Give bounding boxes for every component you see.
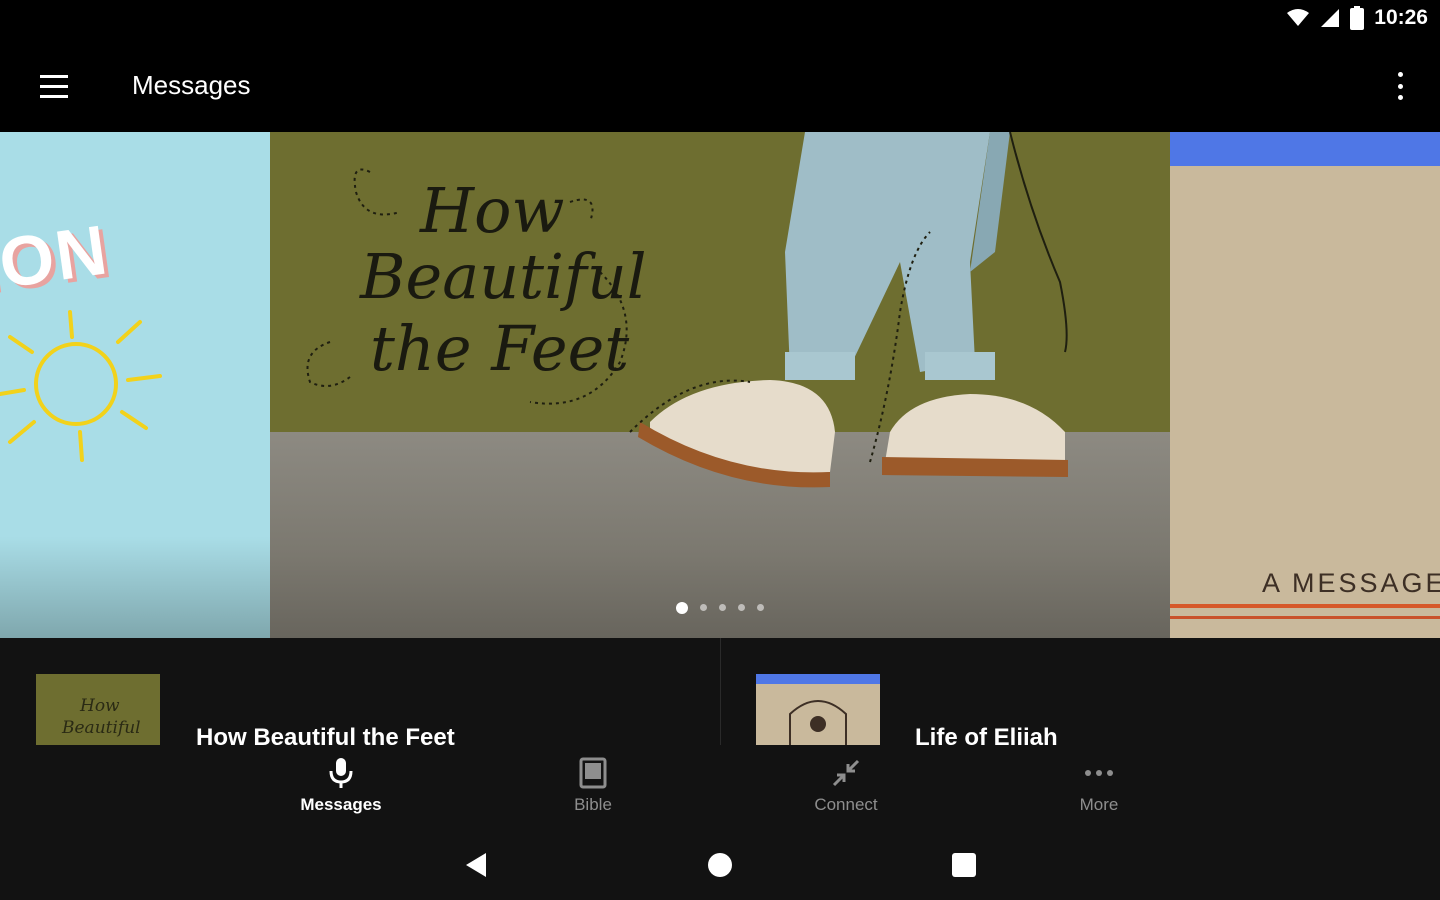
thumbnail-script-line-2: Beautiful bbox=[62, 718, 141, 738]
connect-arrows-icon bbox=[830, 757, 862, 789]
carousel-slide-next[interactable]: A MESSAGE bbox=[1170, 132, 1440, 638]
nav-item-connect[interactable]: Connect bbox=[786, 757, 906, 821]
message-carousel[interactable]: ION How Beautiful the Feet A MESSAGE bbox=[0, 132, 1440, 638]
book-icon bbox=[577, 757, 609, 789]
series-thumbnail: How Beautiful bbox=[36, 674, 160, 746]
status-bar: 10:26 bbox=[0, 0, 1440, 40]
script-title-line-2: Beautiful bbox=[360, 240, 647, 313]
script-title-line-3: the Feet bbox=[370, 312, 630, 385]
carousel-dot-5[interactable] bbox=[757, 604, 764, 611]
nav-item-more[interactable]: More bbox=[1039, 757, 1159, 821]
nav-item-bible[interactable]: Bible bbox=[533, 757, 653, 821]
more-horizontal-icon bbox=[1083, 757, 1115, 789]
series-thumbnail bbox=[756, 674, 880, 746]
home-icon[interactable] bbox=[700, 850, 740, 880]
nav-label: Connect bbox=[814, 795, 878, 814]
slide-top-band bbox=[1170, 132, 1440, 166]
slide-stripe bbox=[1170, 616, 1440, 619]
nav-item-messages[interactable]: Messages bbox=[281, 757, 401, 821]
carousel-slide-previous[interactable]: ION bbox=[0, 132, 270, 638]
hamburger-menu-icon[interactable] bbox=[26, 64, 82, 108]
carousel-slide-next-caption: A MESSAGE bbox=[1262, 568, 1440, 598]
system-navigation-bar bbox=[0, 830, 1440, 900]
wifi-icon bbox=[1287, 9, 1310, 26]
list-item[interactable]: Life of Elijah bbox=[720, 638, 1440, 751]
list-item[interactable]: How Beautiful How Beautiful the Feet bbox=[0, 638, 720, 751]
battery-icon bbox=[1350, 6, 1365, 30]
nav-label: Bible bbox=[574, 795, 612, 814]
bottom-navigation: Messages Bible Connect More bbox=[0, 745, 1440, 830]
carousel-slide-current[interactable]: How Beautiful the Feet bbox=[270, 132, 1170, 638]
status-time: 10:26 bbox=[1374, 6, 1428, 29]
status-icons: 10:26 bbox=[1286, 6, 1428, 30]
page-title: Messages bbox=[132, 70, 251, 100]
thumbnail-script-line-1: How bbox=[80, 696, 120, 716]
carousel-dot-1[interactable] bbox=[676, 602, 688, 614]
nav-label: More bbox=[1079, 795, 1119, 814]
recents-icon[interactable] bbox=[944, 850, 984, 880]
microphone-icon bbox=[325, 757, 357, 789]
slide-stripe bbox=[1170, 604, 1440, 608]
carousel-dot-4[interactable] bbox=[738, 604, 745, 611]
back-icon[interactable] bbox=[456, 850, 496, 880]
walking-feet-illustration bbox=[306, 132, 1068, 488]
carousel-page-indicator bbox=[270, 602, 1170, 614]
script-title-line-1: How bbox=[420, 174, 565, 247]
sun-illustration bbox=[0, 310, 162, 462]
carousel-dot-3[interactable] bbox=[719, 604, 726, 611]
app-bar: Messages bbox=[0, 40, 1440, 132]
cell-signal-icon bbox=[1321, 9, 1340, 27]
series-list: How Beautiful How Beautiful the Feet Lif… bbox=[0, 638, 1440, 751]
carousel-dot-2[interactable] bbox=[700, 604, 707, 611]
overflow-menu-icon[interactable] bbox=[1390, 68, 1410, 104]
nav-label: Messages bbox=[300, 795, 382, 814]
thumbnail-emblem bbox=[789, 700, 847, 746]
